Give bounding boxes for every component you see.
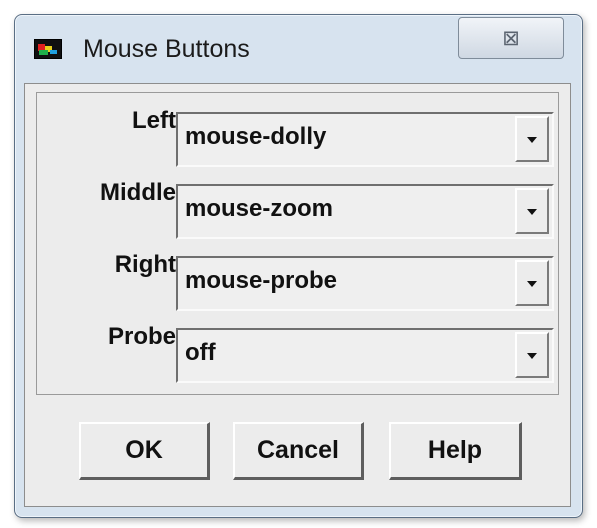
row-probe: Probe off	[37, 323, 558, 383]
probe-label: Probe	[107, 323, 176, 350]
chevron-down-icon	[527, 352, 537, 359]
close-icon: ⊠	[502, 26, 520, 50]
row-left: Left mouse-dolly	[37, 107, 558, 167]
middle-dropdown-value: mouse-zoom	[185, 195, 334, 222]
left-dropdown[interactable]: mouse-dolly	[176, 112, 554, 167]
probe-dropdown-value: off	[185, 339, 216, 366]
cancel-button[interactable]: Cancel	[233, 422, 364, 480]
ok-button[interactable]: OK	[79, 422, 210, 480]
probe-dropdown[interactable]: off	[176, 328, 554, 383]
chevron-down-icon	[527, 280, 537, 287]
right-dropdown-value: mouse-probe	[185, 267, 338, 294]
left-dropdown-value: mouse-dolly	[185, 123, 327, 150]
middle-dropdown[interactable]: mouse-zoom	[176, 184, 554, 239]
middle-label: Middle	[100, 179, 176, 206]
app-icon	[34, 39, 62, 59]
chevron-down-icon	[527, 208, 537, 215]
dialog-body: Left mouse-dolly Middle mouse-zoom Right…	[24, 83, 571, 507]
title-bar: Mouse Buttons ⊠	[15, 15, 582, 83]
right-dropdown[interactable]: mouse-probe	[176, 256, 554, 311]
close-button[interactable]: ⊠	[458, 17, 564, 59]
right-dropdown-button[interactable]	[515, 260, 549, 306]
chevron-down-icon	[527, 136, 537, 143]
row-right: Right mouse-probe	[37, 251, 558, 311]
mouse-buttons-dialog: Mouse Buttons ⊠ Left mouse-dolly Middle …	[14, 14, 583, 518]
help-button[interactable]: Help	[389, 422, 522, 480]
settings-panel: Left mouse-dolly Middle mouse-zoom Right…	[36, 92, 559, 395]
middle-dropdown-button[interactable]	[515, 188, 549, 234]
right-label: Right	[114, 251, 176, 278]
row-middle: Middle mouse-zoom	[37, 179, 558, 239]
probe-dropdown-button[interactable]	[515, 332, 549, 378]
left-label: Left	[132, 107, 176, 134]
left-dropdown-button[interactable]	[515, 116, 549, 162]
window-title: Mouse Buttons	[83, 35, 250, 63]
